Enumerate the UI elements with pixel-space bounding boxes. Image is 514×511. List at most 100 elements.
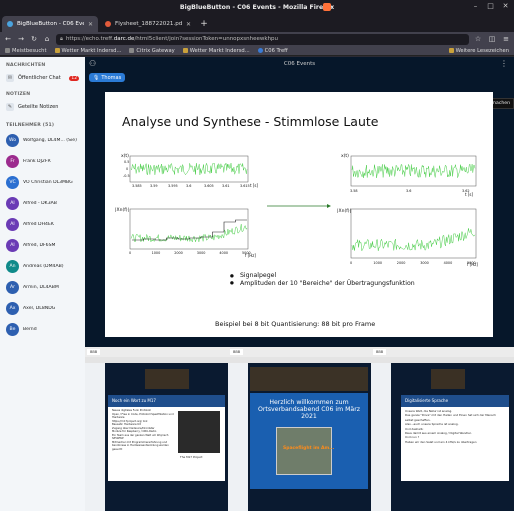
avatar: Fr bbox=[6, 155, 19, 168]
tick-label: 3.595 bbox=[168, 184, 178, 188]
home-icon[interactable]: ⌂ bbox=[43, 35, 51, 43]
thumb-slide-title: Digitalisierte Sprache bbox=[401, 395, 509, 407]
participant-name: Alfred - DK3AB bbox=[23, 201, 57, 206]
tab-bigbluebutton[interactable]: BigBlueButton - C06 Eve ✕ bbox=[2, 16, 98, 32]
participant-item[interactable]: VC VO Christian DL3MBG bbox=[0, 172, 85, 193]
folder-icon bbox=[448, 48, 454, 53]
section-participants: TEILNEHMER (51) bbox=[6, 123, 55, 128]
thumb-tabbar: BBB bbox=[371, 347, 514, 357]
tick-label: 4000 bbox=[444, 261, 453, 265]
forward-icon[interactable]: → bbox=[17, 35, 25, 43]
thumb-sidebar bbox=[371, 363, 391, 511]
thumb-slide-title: Noch ein Wort zu M17 bbox=[108, 395, 225, 407]
thumb-sidebar bbox=[228, 363, 248, 511]
participant-name: Andreas (DM4AB) bbox=[23, 264, 64, 269]
thumb-caption: The M17 Project bbox=[180, 455, 203, 459]
bullet-item: Signalpegel bbox=[230, 272, 415, 280]
close-tab-icon[interactable]: ✕ bbox=[88, 21, 93, 28]
participant-item[interactable]: Al Alfred DH4EK bbox=[0, 214, 85, 235]
avatar: An bbox=[6, 260, 19, 273]
ytick: -0.5 bbox=[123, 174, 130, 178]
avatar: Al bbox=[6, 239, 19, 252]
participant-item[interactable]: Ar Armin, DL4ABM bbox=[0, 277, 85, 298]
avatar: Be bbox=[6, 323, 19, 336]
tick-label: 3000 bbox=[197, 251, 206, 255]
navigation-bar: ← → ↻ ⌂ 🔒︎ https://echo.treff.darc.de/ht… bbox=[0, 32, 514, 46]
public-chat-item[interactable]: ✉ Öffentlicher Chat 12 bbox=[0, 70, 85, 86]
bookmark-item[interactable]: Wetter Markt Indersd... bbox=[54, 48, 121, 54]
participant-item[interactable]: Wo Wolfgang, DL4M... (Sie) bbox=[0, 130, 85, 151]
menu-icon[interactable]: ≡ bbox=[502, 35, 510, 43]
thumb-overlay: Spaceflight im Am... bbox=[283, 446, 335, 451]
options-menu-icon[interactable]: ⋮ bbox=[500, 59, 508, 68]
extensions-icon[interactable]: ◫ bbox=[488, 35, 496, 43]
talking-user-name: Thomas bbox=[101, 74, 122, 81]
webcam-screen-share-2[interactable]: BBB Herzlich willkommen zum Ortsverbands… bbox=[228, 347, 371, 511]
thumb-body: Digitalisierte Sprache Unsere Welt, die … bbox=[371, 363, 514, 511]
tick-label: 4000 bbox=[219, 251, 228, 255]
webcam-video bbox=[431, 369, 465, 389]
tab-label: BigBlueButton - C06 Eve bbox=[17, 21, 84, 27]
thumb-tab: BBB bbox=[87, 349, 101, 355]
avatar: VC bbox=[6, 176, 19, 189]
thumb-slide: Herzlich willkommen zum Ortsverbandsaben… bbox=[250, 393, 368, 489]
avatar: Al bbox=[6, 197, 19, 210]
participant-item[interactable]: Fr Frank DJ2FR bbox=[0, 151, 85, 172]
bookmark-item[interactable]: Citrix Gateway bbox=[129, 48, 175, 54]
user-list: Wo Wolfgang, DL4M... (Sie) Fr Frank DJ2FR VC… bbox=[0, 130, 85, 340]
tab-flysheet[interactable]: Flysheet_188722021.pdf ✕ bbox=[100, 16, 196, 32]
participant-item[interactable]: Al Alfred, DF6SM bbox=[0, 235, 85, 256]
close-icon[interactable]: ✕ bbox=[501, 2, 510, 11]
folder-icon bbox=[182, 48, 188, 53]
avatar: Ar bbox=[6, 281, 19, 294]
webcam-video bbox=[145, 369, 189, 389]
lock-icon: 🔒︎ bbox=[60, 35, 63, 42]
slide-footer: Beispiel bei 8 bit Quantisierung: 88 bit… bbox=[215, 320, 376, 328]
minimize-icon[interactable]: – bbox=[471, 2, 480, 11]
url-bar[interactable]: 🔒︎ https://echo.treff.darc.de/html5clien… bbox=[56, 33, 469, 45]
participant-item[interactable]: Al Alfred - DK3AB bbox=[0, 193, 85, 214]
microphone-icon: 🎙︎ bbox=[93, 74, 100, 81]
tick-label: 2000 bbox=[397, 261, 406, 265]
presentation-slide: Analyse und Synthese - Stimmlose Laute x… bbox=[105, 92, 493, 337]
tick-label: 3.585 bbox=[132, 184, 142, 188]
close-tab-icon[interactable]: ✕ bbox=[186, 21, 191, 28]
tick-label: 5000 bbox=[467, 261, 476, 265]
webcam-screen-share-1[interactable]: BBB Noch ein Wort zu M17 Neues digitales… bbox=[85, 347, 228, 511]
back-icon[interactable]: ← bbox=[4, 35, 12, 43]
tick-label: 3.6 bbox=[186, 184, 191, 188]
participant-item[interactable]: Ax Axel, DL8NDG bbox=[0, 298, 85, 319]
citrix-icon bbox=[129, 48, 135, 53]
participant-item[interactable]: Be Bernd bbox=[0, 319, 85, 340]
tick-label: 3.58 bbox=[350, 189, 358, 193]
user-settings-icon[interactable]: ⚇ bbox=[89, 59, 96, 68]
thumb-line: Ein Team aus der ganzen Welt um Wojciech… bbox=[112, 433, 169, 441]
chat-icon: ✉ bbox=[6, 74, 14, 82]
avatar: Al bbox=[6, 218, 19, 231]
new-tab-button[interactable]: + bbox=[198, 16, 210, 32]
shared-notes-item[interactable]: ✎ Geteilte Notizen bbox=[0, 99, 85, 115]
reload-icon[interactable]: ↻ bbox=[30, 35, 38, 43]
folder-icon bbox=[54, 48, 60, 53]
bookmark-item[interactable]: C06 Treff bbox=[257, 48, 288, 54]
participant-name: Alfred, DF6SM bbox=[23, 243, 56, 248]
public-chat-label: Öffentlicher Chat bbox=[18, 75, 61, 81]
maximize-icon[interactable]: □ bbox=[486, 2, 495, 11]
bookmark-star-icon[interactable]: ☆ bbox=[474, 35, 482, 43]
ytick: 0 bbox=[126, 167, 128, 171]
ylabel-time-right: x(t) bbox=[341, 153, 349, 159]
participant-name: Axel, DL8NDG bbox=[23, 306, 56, 311]
bookmark-item[interactable]: Meistbesucht bbox=[5, 48, 47, 54]
bookmark-item[interactable]: Wetter Markt Indersd... bbox=[182, 48, 250, 54]
window-title: BigBlueButton - C06 Events - Mozilla Fir… bbox=[179, 3, 335, 11]
other-bookmarks[interactable]: Weitere Lesezeichen bbox=[448, 48, 509, 54]
sidebar: NACHRICHTEN ✉ Öffentlicher Chat 12 NOTIZ… bbox=[0, 57, 85, 511]
thumb-line: Das ganze "Drive" mit den Hallen und Ein… bbox=[405, 413, 496, 422]
tick-label: 0 bbox=[350, 261, 352, 265]
bbb-icon bbox=[257, 48, 263, 53]
webcam-screen-share-3[interactable]: BBB Digitalisierte Sprache Unsere Welt, … bbox=[371, 347, 514, 511]
tab-bar: BigBlueButton - C06 Eve ✕ Flysheet_18872… bbox=[0, 14, 514, 32]
thumb-slide: Noch ein Wort zu M17 Neues digitales Fun… bbox=[108, 395, 225, 481]
participant-item[interactable]: An Andreas (DM4AB) bbox=[0, 256, 85, 277]
tick-label: 3.605 bbox=[204, 184, 214, 188]
